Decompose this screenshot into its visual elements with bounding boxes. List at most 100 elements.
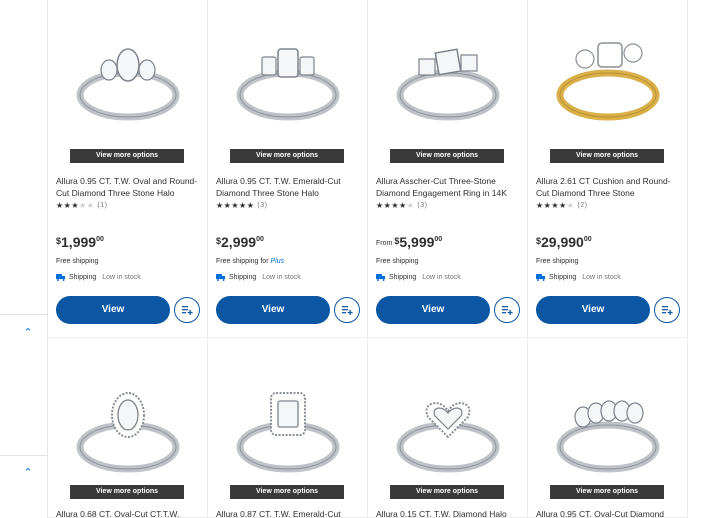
product-card[interactable]: View more options Allura 0.95 CT. T.W. Em…: [208, 0, 368, 338]
price-cents: 00: [96, 236, 104, 243]
stock-status: Low in stock: [262, 273, 301, 281]
add-to-list-icon: [662, 306, 673, 315]
view-more-options-button[interactable]: View more options: [390, 485, 504, 499]
product-image[interactable]: [538, 18, 678, 138]
price-whole: 29,990: [541, 234, 584, 250]
truck-icon: [56, 274, 65, 281]
add-to-list-button[interactable]: [174, 297, 200, 323]
star-rating-icon: ★★★★★: [536, 201, 575, 210]
product-title[interactable]: Allura 2.61 CT Cushion and Round-Cut Dia…: [536, 175, 680, 199]
rating: ★★★★★ (2): [536, 201, 587, 210]
add-to-list-icon: [502, 306, 513, 315]
fulfillment-row: Shipping Low in stock: [216, 273, 301, 281]
fulfillment-label: Shipping: [549, 273, 577, 281]
shipping-info: Free shipping: [376, 258, 418, 265]
rail-divider: [0, 314, 48, 315]
product-title[interactable]: Allura 0.95 CT. T.W. Oval and Round-Cut …: [56, 175, 200, 199]
fulfillment-label: Shipping: [69, 273, 97, 281]
review-count: (1): [97, 202, 108, 209]
truck-icon: [536, 274, 545, 281]
product-image[interactable]: [58, 18, 198, 138]
fulfillment-row: Shipping Low in stock: [56, 273, 141, 281]
price: $2,999 00: [216, 234, 264, 250]
price: From $5,999 00: [376, 234, 442, 250]
product-card[interactable]: View more options Allura 0.15 CT. T.W. Di…: [368, 338, 528, 518]
fulfillment-row: Shipping Low in stock: [376, 273, 461, 281]
view-more-options-button[interactable]: View more options: [550, 149, 664, 163]
product-image[interactable]: [58, 370, 198, 490]
shipping-text: Free shipping: [56, 258, 99, 265]
star-rating-icon: ★★★★★: [376, 201, 415, 210]
product-image[interactable]: [218, 18, 358, 138]
price-from-label: From: [376, 240, 393, 247]
product-image[interactable]: [218, 370, 358, 490]
view-more-options-button[interactable]: View more options: [70, 149, 184, 163]
plus-link[interactable]: Plus: [270, 258, 284, 265]
star-rating-icon: ★★★★★: [56, 201, 95, 210]
rating: ★★★★★ (3): [216, 201, 267, 210]
add-to-list-button[interactable]: [654, 297, 680, 323]
review-count: (2): [577, 202, 588, 209]
shipping-text: Free shipping: [536, 258, 579, 265]
view-more-options-button[interactable]: View more options: [230, 149, 344, 163]
shipping-info: Free shipping: [536, 258, 578, 265]
chevron-up-icon[interactable]: ⌃: [22, 468, 34, 479]
product-grid: View more options Allura 0.95 CT. T.W. Ov…: [48, 0, 688, 518]
shipping-text: Free shipping: [376, 258, 419, 265]
product-title[interactable]: Allura 0.68 CT. Oval-Cut CT.T.W.: [56, 508, 200, 517]
fulfillment-label: Shipping: [229, 273, 257, 281]
rail-divider: [0, 455, 48, 456]
product-card[interactable]: View more options Allura 0.95 CT. Oval-Cu…: [528, 338, 688, 518]
shipping-info: Free shipping for Plus: [216, 258, 284, 265]
truck-icon: [216, 274, 225, 281]
product-card[interactable]: View more options Allura 0.95 CT. T.W. Ov…: [48, 0, 208, 338]
product-card[interactable]: View more options Allura 2.61 CT Cushion …: [528, 0, 688, 338]
stock-status: Low in stock: [422, 273, 461, 281]
review-count: (3): [417, 202, 428, 209]
fulfillment-label: Shipping: [389, 273, 417, 281]
price-whole: 2,999: [221, 234, 257, 250]
view-button[interactable]: View: [216, 296, 330, 324]
product-title[interactable]: Allura 0.87 CT. T.W. Emerald-Cut: [216, 508, 360, 517]
product-card[interactable]: View more options Allura 0.87 CT. T.W. Em…: [208, 338, 368, 518]
product-image[interactable]: [538, 370, 678, 490]
price: $1,999 00: [56, 234, 104, 250]
add-to-list-button[interactable]: [334, 297, 360, 323]
price: $29,990 00: [536, 234, 592, 250]
view-more-options-button[interactable]: View more options: [390, 149, 504, 163]
view-button[interactable]: View: [56, 296, 170, 324]
view-more-options-button[interactable]: View more options: [550, 485, 664, 499]
price-cents: 00: [583, 236, 592, 243]
chevron-up-icon[interactable]: ⌃: [22, 328, 34, 339]
product-image[interactable]: [378, 18, 518, 138]
product-title[interactable]: Allura Asscher-Cut Three-Stone Diamond E…: [376, 175, 520, 199]
stock-status: Low in stock: [582, 273, 621, 281]
product-title[interactable]: Allura 0.15 CT. T.W. Diamond Halo Heart: [376, 508, 520, 517]
review-count: (3): [257, 202, 268, 209]
product-card[interactable]: View more options Allura 0.68 CT. Oval-Cu…: [48, 338, 208, 518]
filter-rail: ⌃ ⌃: [0, 0, 48, 518]
view-more-options-button[interactable]: View more options: [70, 485, 184, 499]
add-to-list-button[interactable]: [494, 297, 520, 323]
stock-status: Low in stock: [102, 273, 141, 281]
add-to-list-icon: [182, 306, 193, 315]
rating: ★★★★★ (3): [376, 201, 427, 210]
product-card[interactable]: View more options Allura Asscher-Cut Thre…: [368, 0, 528, 338]
truck-icon: [376, 274, 385, 281]
price-cents: 00: [256, 236, 264, 243]
view-button[interactable]: View: [536, 296, 650, 324]
product-title[interactable]: Allura 0.95 CT. Oval-Cut Diamond: [536, 508, 680, 517]
fulfillment-row: Shipping Low in stock: [536, 273, 621, 281]
view-button[interactable]: View: [376, 296, 490, 324]
product-image[interactable]: [378, 370, 518, 490]
price-cents: 00: [434, 236, 443, 243]
price-whole: 5,999: [399, 234, 435, 250]
star-rating-icon: ★★★★★: [216, 201, 255, 210]
shipping-text: Free shipping for: [216, 258, 269, 265]
rating: ★★★★★ (1): [56, 201, 107, 210]
shipping-info: Free shipping: [56, 258, 98, 265]
view-more-options-button[interactable]: View more options: [230, 485, 344, 499]
price-whole: 1,999: [61, 234, 97, 250]
product-title[interactable]: Allura 0.95 CT. T.W. Emerald-Cut Diamond…: [216, 175, 360, 199]
add-to-list-icon: [342, 306, 353, 315]
